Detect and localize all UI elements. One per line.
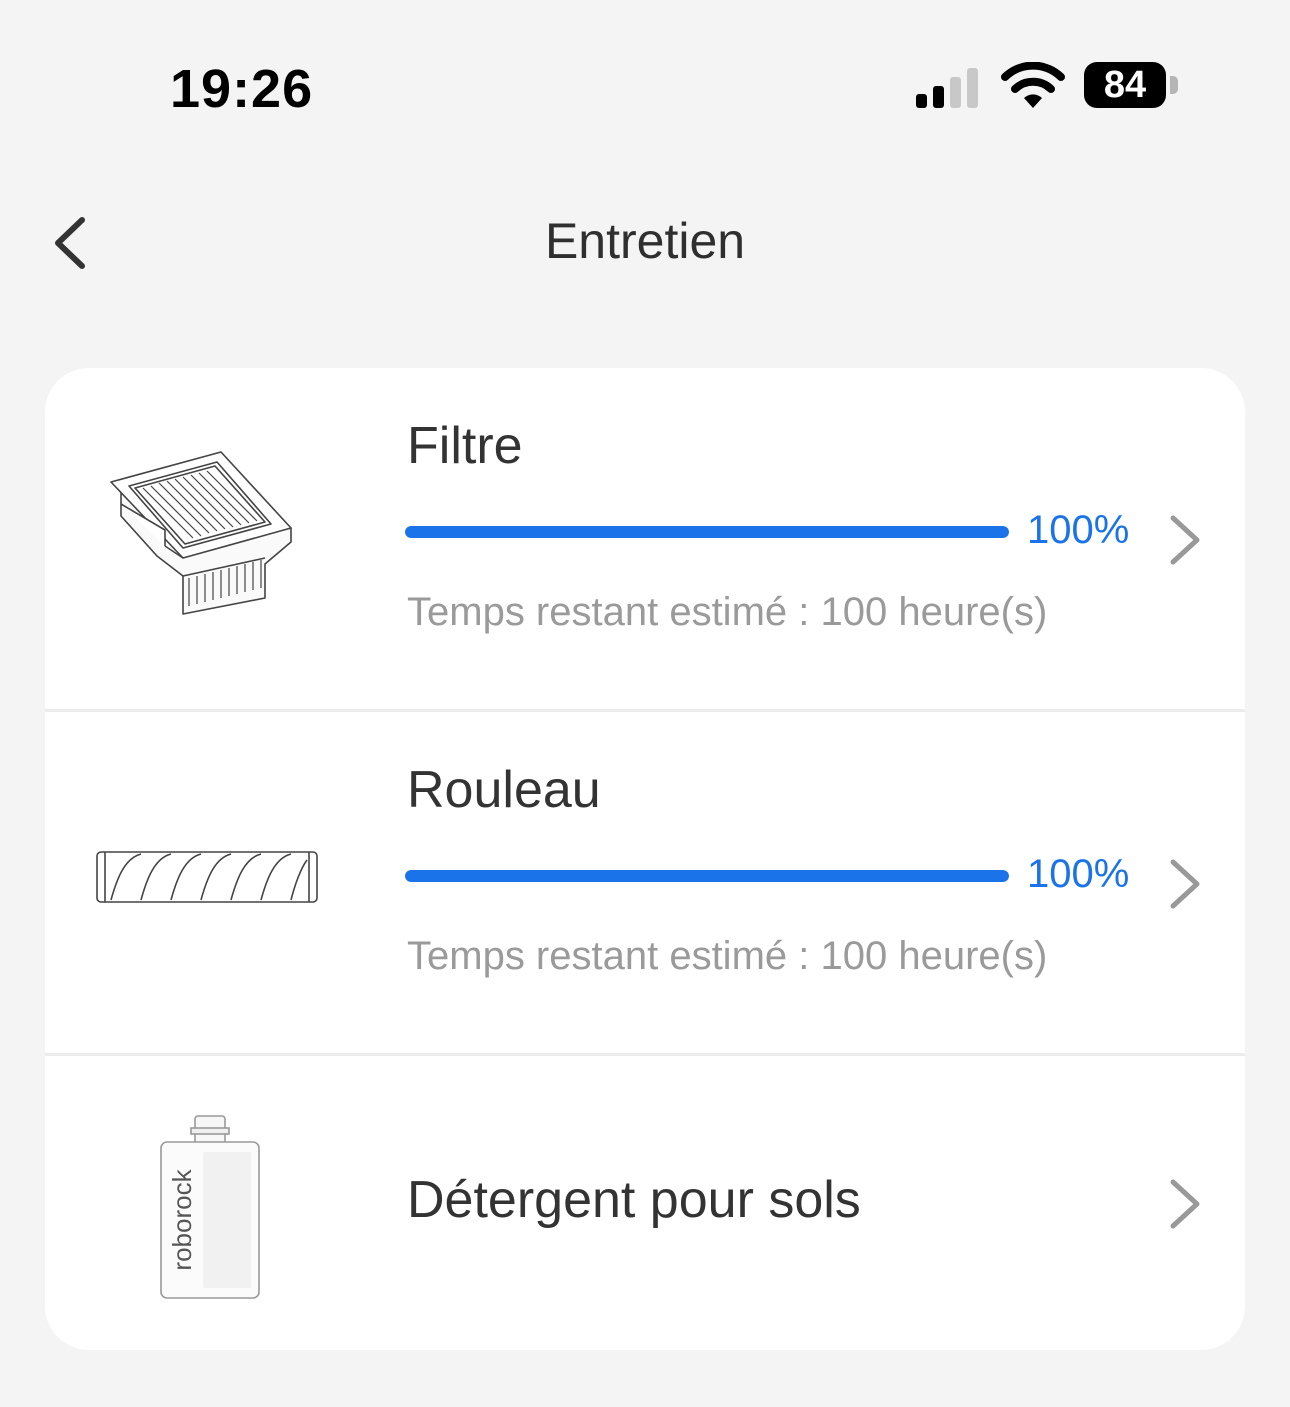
list-item-filtre[interactable]: Filtre 100% Temps restant estimé : 100 h… [45,368,1245,712]
roller-image [96,851,318,903]
filter-image [110,451,292,615]
maintenance-card: Filtre 100% Temps restant estimé : 100 h… [45,368,1245,1350]
percent-label: 100% [1027,852,1130,896]
percent-label: 100% [1027,508,1130,552]
item-title: Détergent pour sols [407,1171,861,1229]
roborock-logo: roborock [167,1168,197,1270]
progress-bar [405,870,1009,882]
battery-indicator: 84 [1084,62,1180,110]
cellular-signal-icon [916,68,978,108]
detergent-bottle-image: roborock [160,1115,260,1299]
progress-fill [405,526,1009,538]
battery-tip [1170,76,1178,94]
list-item-detergent[interactable]: roborock Détergent pour sols [45,1056,1245,1350]
page-title: Entretien [544,213,746,269]
chevron-right-icon[interactable] [1165,510,1205,570]
chevron-right-icon[interactable] [1165,854,1205,914]
item-title: Rouleau [407,761,601,819]
chevron-right-icon[interactable] [1165,1174,1205,1234]
remaining-time: Temps restant estimé : 100 heure(s) [407,934,1048,978]
progress-bar [405,526,1009,538]
list-item-rouleau[interactable]: Rouleau 100% Temps restant estimé : 100 … [45,712,1245,1056]
wifi-icon [1001,62,1065,108]
remaining-time: Temps restant estimé : 100 heure(s) [407,590,1048,634]
status-time: 19:26 [170,59,314,119]
item-title: Filtre [407,417,523,475]
progress-fill [405,870,1009,882]
status-bar: 19:26 84 [0,0,1290,160]
battery-level: 84 [1084,62,1166,108]
